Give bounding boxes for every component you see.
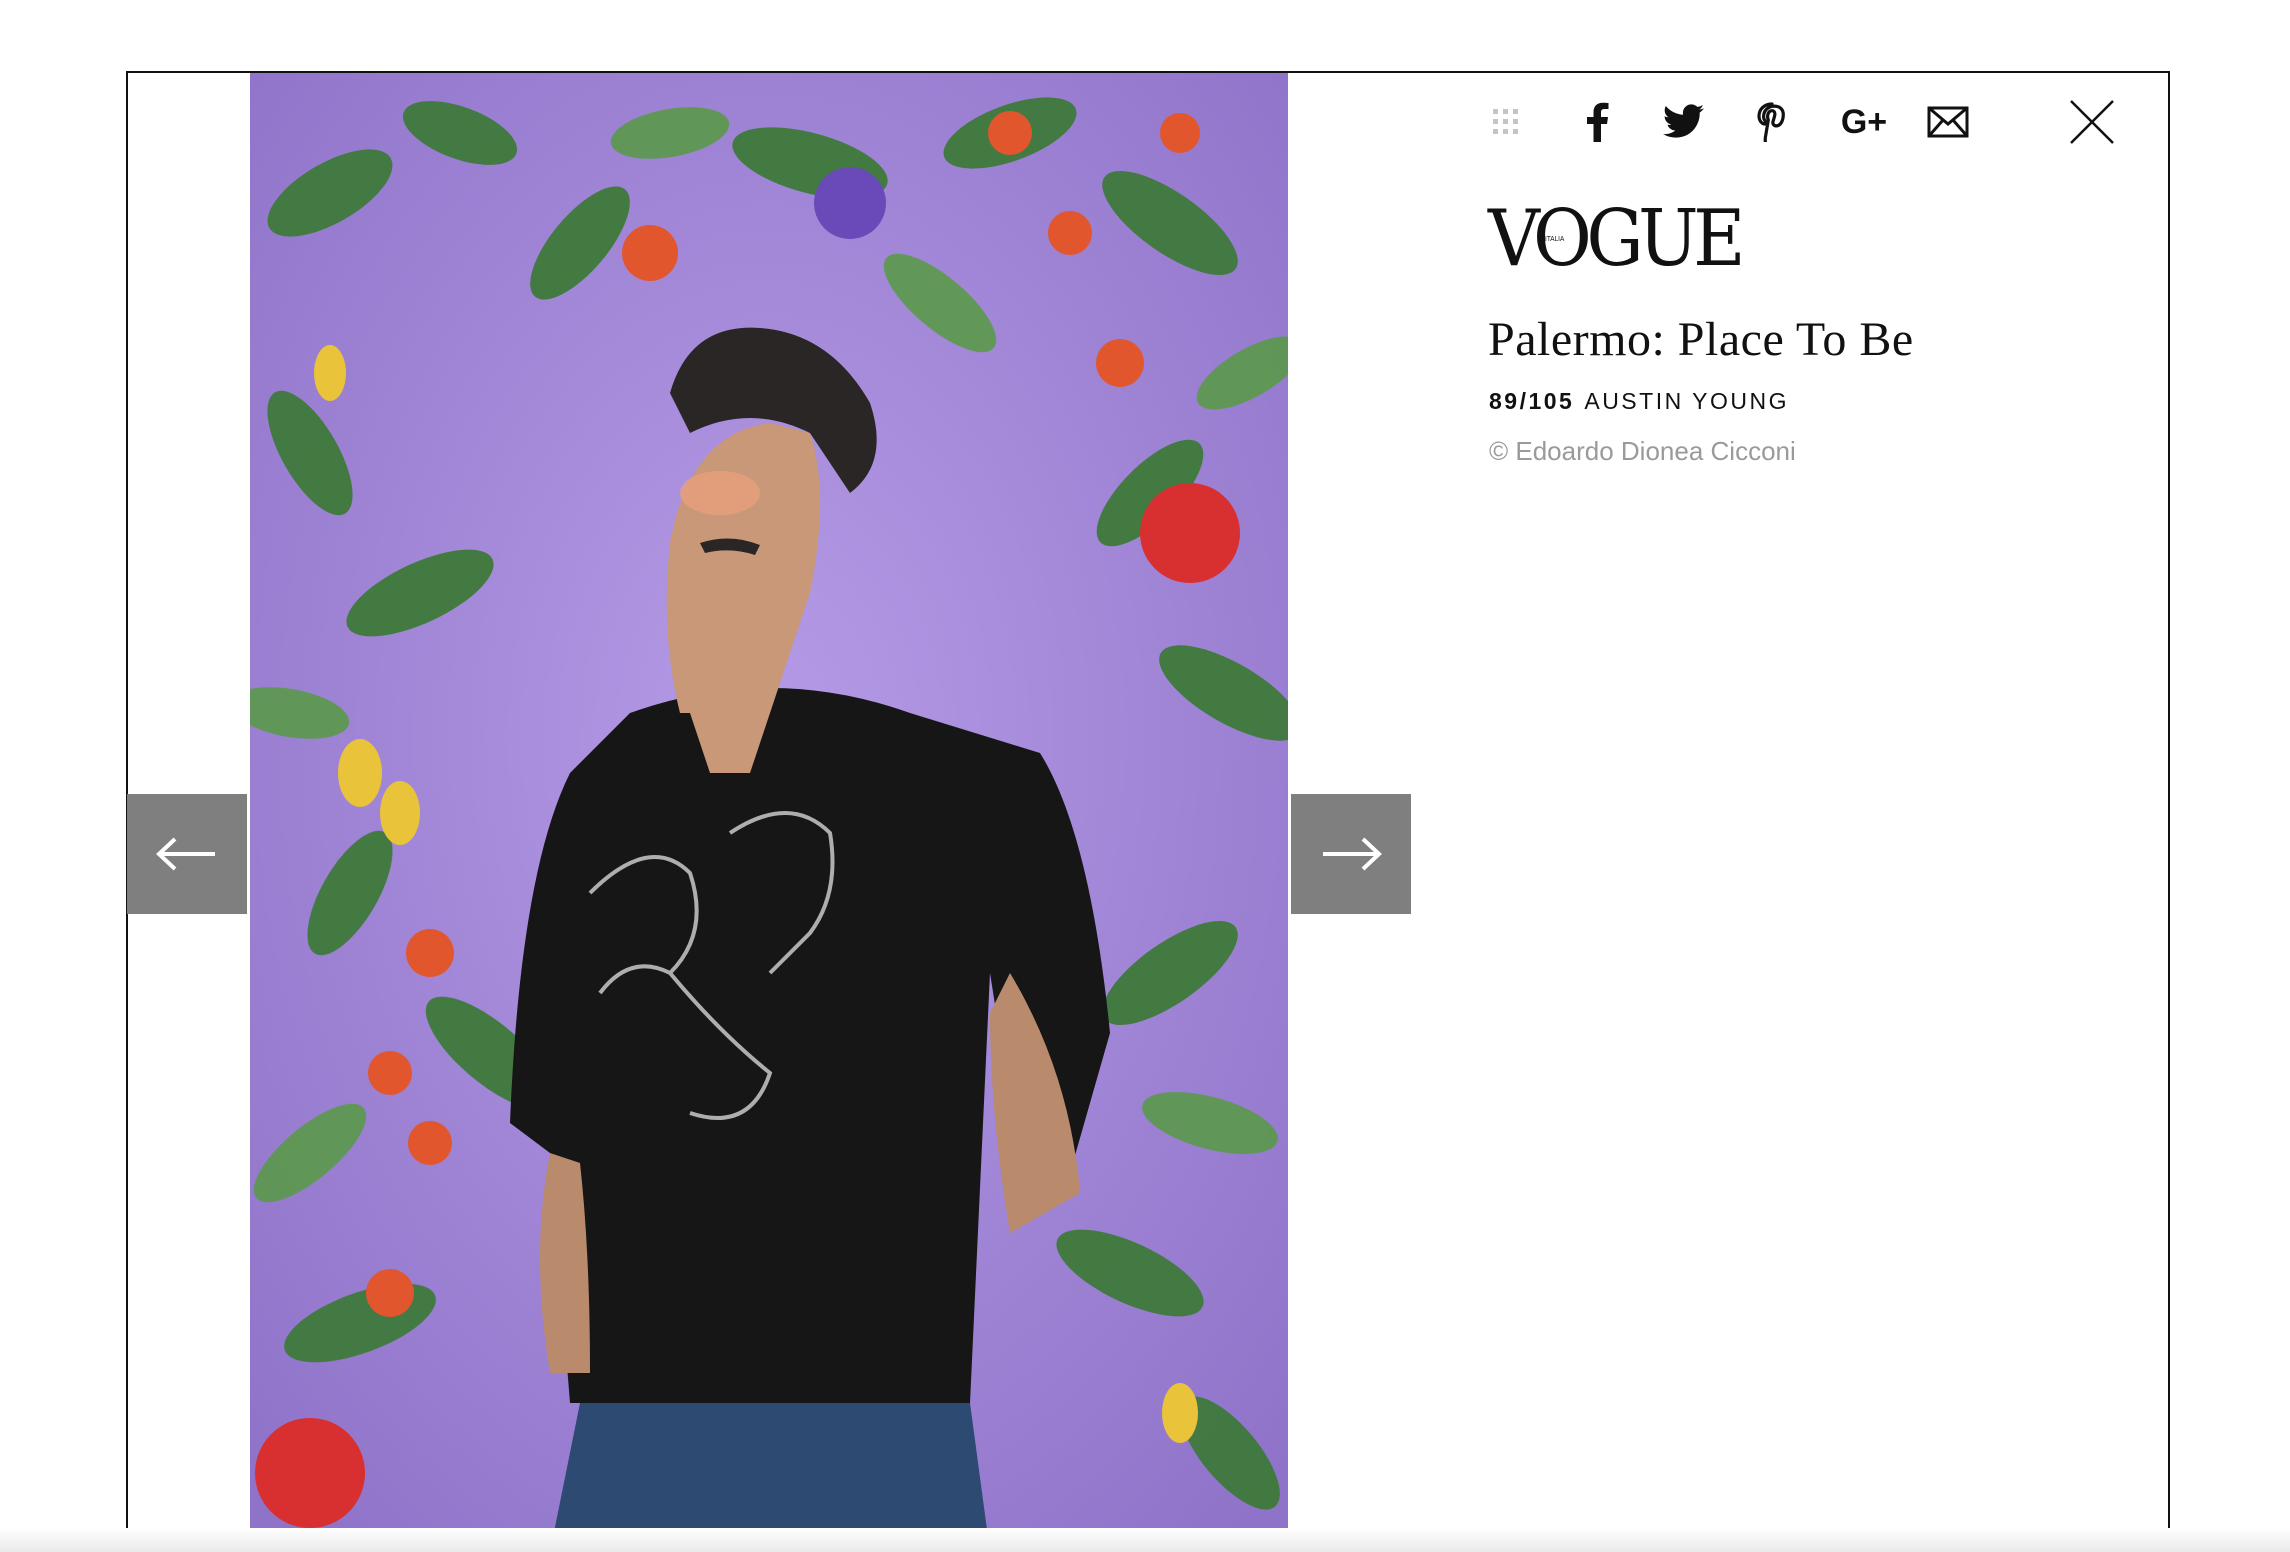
photo-subject: AUSTIN YOUNG [1584, 388, 1790, 414]
close-gallery-button[interactable] [2066, 96, 2118, 148]
logo-text: VOGUE [1488, 194, 1745, 284]
next-photo-button[interactable] [1291, 794, 1411, 914]
email-icon [1927, 106, 1969, 138]
photo-counter: 89/105 [1489, 388, 1575, 414]
close-icon [2070, 100, 2114, 144]
gallery-title: Palermo: Place To Be [1488, 313, 1914, 366]
twitter-icon [1663, 104, 1704, 138]
grid-view-button[interactable] [1480, 96, 1532, 148]
photo-illustration [250, 73, 1288, 1552]
facebook-icon [1587, 102, 1609, 142]
logo-subtext: ITALIA [1545, 236, 1565, 243]
twitter-share-button[interactable] [1658, 96, 1710, 148]
google-plus-share-button[interactable]: G+ [1834, 96, 1894, 148]
google-plus-icon: G+ [1840, 102, 1888, 141]
grid-icon [1493, 109, 1518, 134]
email-share-button[interactable] [1920, 96, 1976, 148]
pinterest-share-button[interactable] [1746, 96, 1798, 148]
gallery-photo [250, 73, 1288, 1552]
arrow-left-icon [156, 837, 215, 871]
pinterest-icon [1757, 102, 1785, 142]
facebook-share-button[interactable] [1571, 96, 1623, 148]
photo-caption: 89/105 AUSTIN YOUNG [1489, 388, 1789, 415]
previous-photo-button[interactable] [127, 794, 247, 914]
share-toolbar: G+ [1480, 96, 2140, 148]
vogue-logo[interactable]: VOGUE ITALIA [1488, 200, 1745, 278]
arrow-right-icon [1323, 837, 1382, 871]
gallery-page: G+ VOGUE ITALIA Palermo: Place To Be 89/… [0, 0, 2290, 1552]
photo-credit: © Edoardo Dionea Cicconi [1489, 436, 1796, 466]
